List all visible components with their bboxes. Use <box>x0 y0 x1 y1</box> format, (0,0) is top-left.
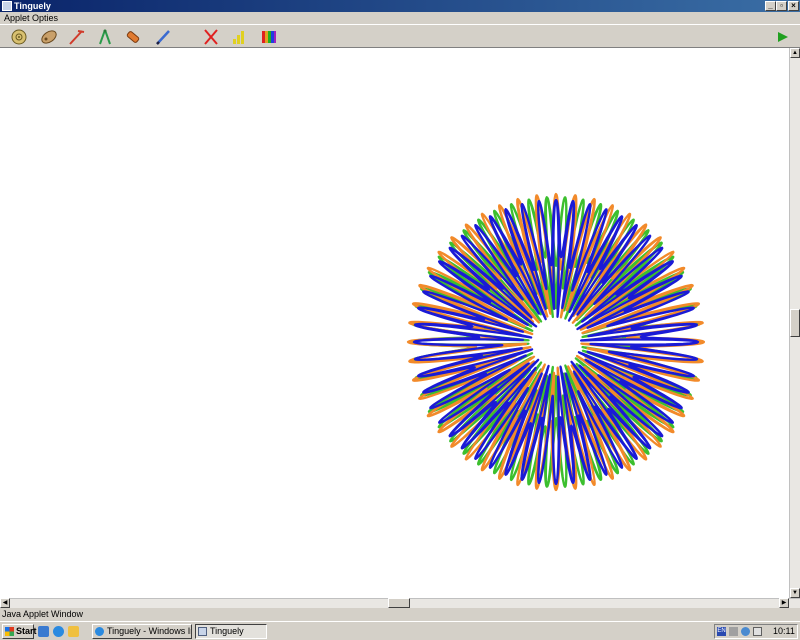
taskbar-item-label: Tinguely <box>210 626 244 636</box>
vertical-scroll-thumb[interactable] <box>790 309 800 337</box>
colors-icon[interactable] <box>260 28 278 46</box>
windows-logo-icon <box>5 627 14 636</box>
start-button[interactable]: Start <box>2 624 37 639</box>
compass-icon[interactable] <box>96 28 114 46</box>
applet-icon <box>198 627 207 636</box>
minimize-button[interactable]: _ <box>765 1 776 11</box>
pen-holder-icon[interactable] <box>124 28 142 46</box>
language-indicator[interactable]: EN <box>717 627 726 636</box>
menu-bar: Applet Opties <box>0 12 800 24</box>
menu-applet[interactable]: Applet <box>4 12 30 24</box>
clock: 10:11 <box>773 626 795 636</box>
spirograph-drawing <box>406 192 705 492</box>
desktop-quicklaunch-icon[interactable] <box>38 626 49 637</box>
taskbar: Start Tinguely - Windows Inter... Tingue… <box>0 621 800 640</box>
spirograph-curve <box>412 198 700 485</box>
horizontal-scroll-thumb[interactable] <box>388 598 410 608</box>
play-icon[interactable] <box>774 28 792 46</box>
window-title: Tinguely <box>14 1 51 11</box>
spirograph-curve <box>406 192 705 492</box>
scroll-left-button[interactable]: ◀ <box>0 598 10 608</box>
explorer-quicklaunch-icon[interactable] <box>68 626 79 637</box>
app-icon <box>2 1 12 11</box>
scroll-up-button[interactable]: ▲ <box>790 48 800 58</box>
pen-icon[interactable] <box>154 28 172 46</box>
close-button[interactable]: × <box>788 1 799 11</box>
drawing-canvas[interactable] <box>0 48 789 598</box>
start-label: Start <box>16 626 37 636</box>
status-text: Java Applet Window <box>2 609 84 619</box>
volume-icon[interactable] <box>753 627 762 636</box>
scroll-down-button[interactable]: ▼ <box>790 588 800 598</box>
maximize-button[interactable]: ▫ <box>776 1 787 11</box>
speed-icon[interactable] <box>230 28 248 46</box>
taskbar-item-browser[interactable]: Tinguely - Windows Inter... <box>92 624 192 639</box>
taskbar-item-tinguely[interactable]: Tinguely <box>195 624 267 639</box>
network-icon[interactable] <box>729 627 738 636</box>
system-tray: EN 10:11 <box>714 624 798 639</box>
wheel-icon[interactable] <box>40 28 58 46</box>
shield-icon[interactable] <box>741 627 750 636</box>
ie-quicklaunch-icon[interactable] <box>53 626 64 637</box>
taskbar-item-label: Tinguely - Windows Inter... <box>107 626 191 636</box>
motor-icon[interactable] <box>10 28 28 46</box>
menu-opties[interactable]: Opties <box>32 12 58 24</box>
scroll-right-button[interactable]: ▶ <box>779 598 789 608</box>
ie-icon <box>95 627 104 636</box>
title-bar: Tinguely _ ▫ × <box>0 0 800 12</box>
arm-icon[interactable] <box>68 28 86 46</box>
applet-status-bar: Java Applet Window <box>0 608 800 621</box>
clear-icon[interactable] <box>202 28 220 46</box>
toolbar <box>0 24 800 48</box>
